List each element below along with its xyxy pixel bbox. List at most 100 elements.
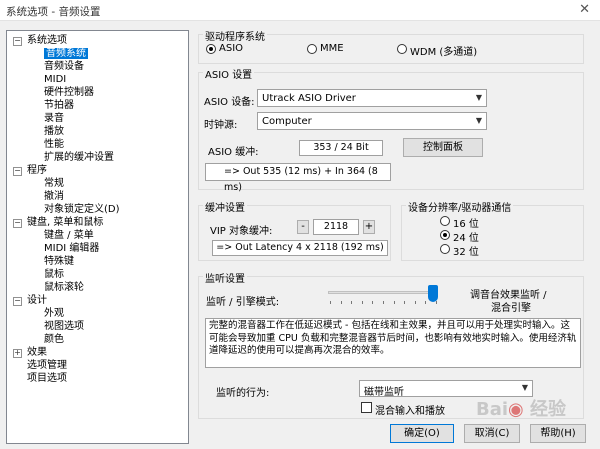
slider-tick — [393, 301, 395, 304]
tree-expander-icon[interactable]: − — [13, 297, 22, 306]
tree-item[interactable]: 鼠标滚轮 — [44, 281, 84, 294]
title-bar: 系统选项 - 音频设置 ✕ — [0, 0, 600, 21]
close-icon[interactable]: ✕ — [579, 2, 590, 17]
slider-tick — [383, 301, 384, 304]
tree-item[interactable]: 节拍器 — [44, 99, 74, 112]
tree-item[interactable]: 系统选项 — [27, 34, 67, 47]
tree-item[interactable]: 效果 — [27, 346, 47, 359]
tree-item-label: 外观 — [44, 308, 64, 319]
clock-source-dropdown[interactable]: Computer ▼ — [257, 112, 487, 130]
tree-item-label: 效果 — [27, 347, 47, 358]
tree-item-label: 程序 — [27, 165, 47, 176]
tree-item-label: 键盘, 菜单和鼠标 — [27, 217, 104, 228]
tree-item-label: 对象锁定定义(D) — [44, 204, 120, 215]
tree-item[interactable]: 扩展的缓冲设置 — [44, 151, 114, 164]
tree-item[interactable]: 对象锁定定义(D) — [44, 203, 120, 216]
tree-item-label: 项目选项 — [27, 373, 67, 384]
mix-input-checkbox[interactable] — [361, 402, 372, 413]
tree-item-label: 键盘 / 菜单 — [44, 230, 94, 241]
monitor-mode-slider-track[interactable] — [328, 291, 438, 294]
slider-tick — [425, 301, 427, 304]
tree-expander-icon[interactable]: − — [13, 37, 22, 46]
tree-item[interactable]: 项目选项 — [27, 372, 67, 385]
tree-item[interactable]: 键盘 / 菜单 — [44, 229, 94, 242]
chevron-down-icon: ▼ — [475, 116, 482, 125]
resolution-32bit-radio[interactable] — [440, 244, 450, 254]
tree-item[interactable]: 播放 — [44, 125, 64, 138]
driver-wdm-label: WDM (多通道) — [410, 47, 478, 58]
buffer-decrease-button[interactable]: - — [297, 220, 309, 234]
tree-item-label: 撤消 — [44, 191, 64, 202]
tree-item-label: 设计 — [27, 295, 47, 306]
resolution-24bit-label: 24 位 — [453, 233, 479, 244]
tree-item-label: 性能 — [44, 139, 64, 150]
tree-item-label: 系统选项 — [27, 35, 67, 46]
watermark-logo: Bai◉ 经验 — [476, 399, 567, 420]
tree-item[interactable]: 性能 — [44, 138, 64, 151]
slider-tick — [351, 301, 353, 304]
tree-item[interactable]: 撤消 — [44, 190, 64, 203]
tree-item-label: 选项管理 — [27, 360, 67, 371]
asio-buffer-label: ASIO 缓冲: — [208, 147, 259, 158]
tree-item[interactable]: 外观 — [44, 307, 64, 320]
tree-item-label: 视图选项 — [44, 321, 84, 332]
tree-item[interactable]: 音频系统 — [44, 47, 88, 60]
tree-item[interactable]: 程序 — [27, 164, 47, 177]
tree-item[interactable]: 选项管理 — [27, 359, 67, 372]
tree-item[interactable]: 视图选项 — [44, 320, 84, 333]
tree-item[interactable]: MIDI — [44, 73, 66, 86]
vip-buffer-value[interactable]: 2118 — [313, 219, 359, 235]
tree-item[interactable]: 颜色 — [44, 333, 64, 346]
vip-buffer-label: VIP 对象缓冲: — [210, 226, 273, 237]
options-tree[interactable]: − 系统选项 音频系统 音频设备 MIDI 硬件控制器 节拍器 录音 播放 性能 扩展的缓冲设置 − 程… — [6, 30, 189, 444]
asio-device-dropdown[interactable]: Utrack ASIO Driver ▼ — [257, 89, 487, 107]
driver-mme-radio[interactable] — [307, 44, 317, 54]
tree-item-label: 颜色 — [44, 334, 64, 345]
slider-tick — [372, 301, 374, 304]
control-panel-button[interactable]: 控制面板 — [403, 138, 483, 157]
slider-tick — [404, 301, 406, 304]
tree-item[interactable]: 键盘, 菜单和鼠标 — [27, 216, 103, 229]
slider-tick — [330, 301, 331, 304]
tree-item[interactable]: 设计 — [27, 294, 47, 307]
buffer-increase-button[interactable]: + — [363, 220, 375, 234]
monitor-settings-group-label: 监听设置 — [203, 270, 247, 285]
tree-item[interactable]: 特殊键 — [44, 255, 74, 268]
clock-source-label: 时钟源: — [204, 120, 238, 131]
help-button[interactable]: 帮助(H) — [530, 424, 586, 443]
driver-asio-radio[interactable] — [206, 44, 216, 54]
tree-item[interactable]: MIDI 编辑器 — [44, 242, 99, 255]
asio-latency-display: => Out 535 (12 ms) + In 364 (8 ms) — [205, 163, 391, 193]
driver-asio-label: ASIO — [219, 43, 244, 54]
tree-item[interactable]: 录音 — [44, 112, 64, 125]
cancel-button[interactable]: 取消(C) — [464, 424, 520, 443]
tree-item[interactable]: 常规 — [44, 177, 64, 190]
mix-input-label: 混合输入和播放 — [375, 406, 445, 417]
slider-tick — [414, 301, 416, 304]
tree-item-label: 常规 — [44, 178, 64, 189]
tree-expander-icon[interactable]: − — [13, 167, 22, 176]
driver-system-group-label: 驱动程序系统 — [203, 28, 267, 43]
driver-mme-label: MME — [320, 43, 344, 54]
tree-item-label: 录音 — [44, 113, 64, 124]
tree-item-label: MIDI 编辑器 — [44, 243, 100, 254]
monitor-behavior-label: 监听的行为: — [216, 388, 270, 399]
tree-expander-icon[interactable]: + — [13, 349, 22, 358]
tree-item[interactable]: 硬件控制器 — [44, 86, 94, 99]
tree-item-label: 音频系统 — [44, 48, 88, 59]
buffer-latency-display: => Out Latency 4 x 2118 (192 ms) — [212, 240, 388, 256]
resolution-16bit-radio[interactable] — [440, 216, 450, 226]
tree-item[interactable]: 鼠标 — [44, 268, 64, 281]
clock-source-value: Computer — [262, 116, 312, 127]
monitor-mode-slider-thumb[interactable] — [427, 285, 438, 302]
tree-expander-icon[interactable]: − — [13, 219, 22, 228]
tree-item-label: 扩展的缓冲设置 — [44, 152, 114, 163]
tree-item[interactable]: 音频设备 — [44, 60, 84, 73]
tree-item-label: 硬件控制器 — [44, 87, 94, 98]
asio-buffer-value: 353 / 24 Bit — [299, 140, 383, 156]
driver-wdm-radio[interactable] — [397, 44, 407, 54]
slider-tick — [436, 301, 437, 304]
resolution-24bit-radio[interactable] — [440, 230, 450, 240]
ok-button[interactable]: 确定(O) — [390, 424, 454, 443]
monitor-behavior-value: 磁带监听 — [364, 387, 404, 398]
